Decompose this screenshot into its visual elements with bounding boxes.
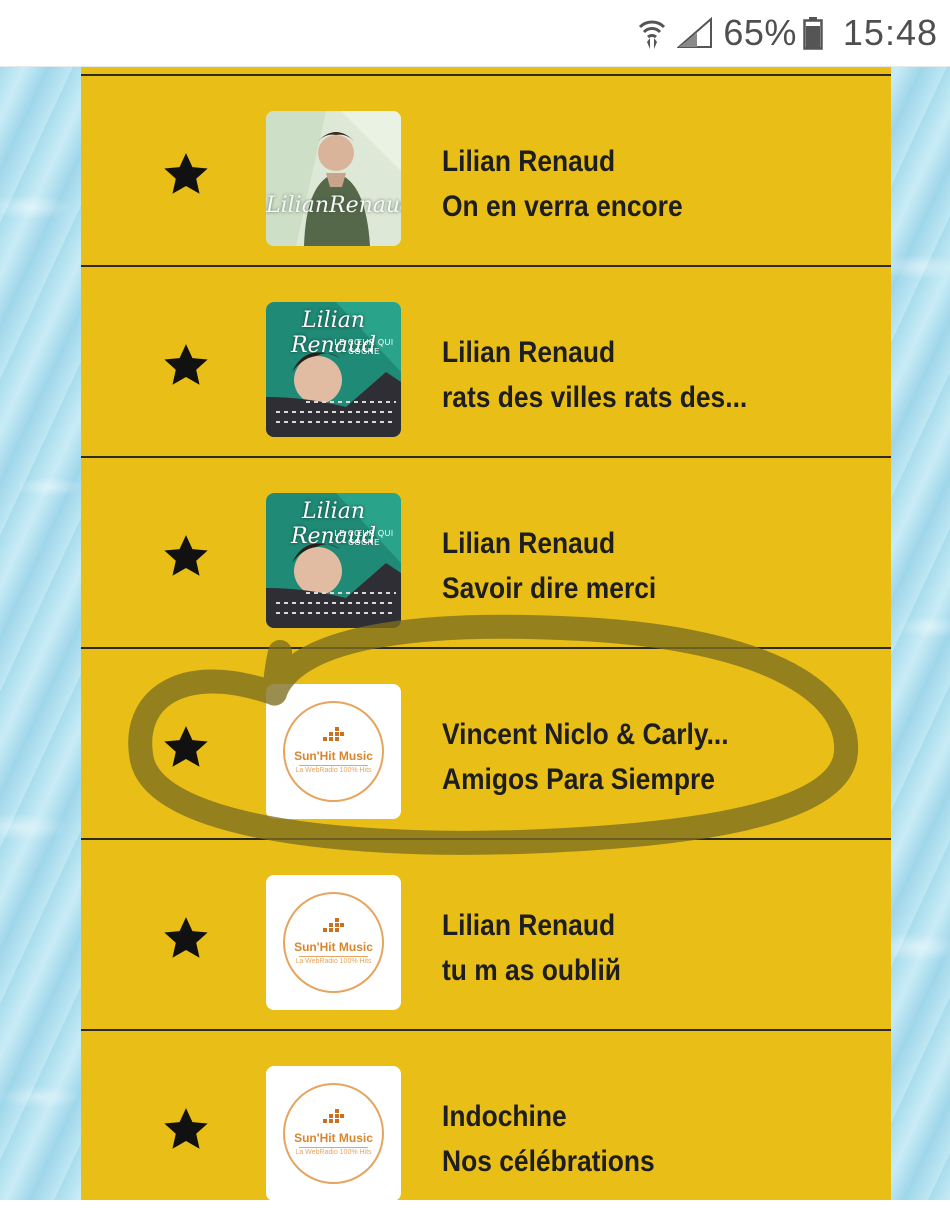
cover-artist-text: LilianRenaud: [266, 193, 401, 218]
track-artist: Lilian Renaud: [442, 145, 616, 178]
logo-tagline: La WebRadio 100% Hits: [295, 1149, 372, 1156]
track-row[interactable]: Sun'Hit Music La WebRadio 100% Hits Vinc…: [81, 649, 891, 840]
logo-divider: [299, 956, 368, 957]
track-row[interactable]: Sun'Hit Music La WebRadio 100% Hits Indo…: [81, 1031, 891, 1222]
status-bar: 65% 15:48: [0, 0, 950, 67]
track-info: Lilian Renaud tu m as oubliй: [442, 903, 812, 993]
track-artist: Vincent Niclo & Carly...: [442, 718, 729, 751]
track-title: On en verra encore: [442, 190, 683, 223]
battery-percent: 65%: [723, 12, 797, 53]
logo-tagline: La WebRadio 100% Hits: [295, 767, 372, 774]
track-title: tu m as oubliй: [442, 954, 622, 987]
track-info: Lilian Renaud Savoir dire merci: [442, 521, 812, 611]
logo-name: Sun'Hit Music: [294, 1131, 373, 1145]
sunhit-logo: Sun'Hit Music La WebRadio 100% Hits: [283, 1083, 384, 1184]
cover-album-text: LE CŒUR QUI COGNE: [334, 338, 394, 356]
track-row[interactable]: LilianRenaud Lilian Renaud On en verra e…: [81, 76, 891, 267]
album-cover: Sun'Hit Music La WebRadio 100% Hits: [266, 1066, 401, 1201]
star-icon[interactable]: [161, 532, 211, 582]
album-cover: LilianRenaud: [266, 111, 401, 246]
status-icons: 65% 15:48: [637, 0, 938, 66]
track-info: Lilian Renaud rats des villes rats des..…: [442, 330, 812, 420]
track-title: rats des villes rats des...: [442, 381, 748, 414]
sunhit-logo: Sun'Hit Music La WebRadio 100% Hits: [283, 892, 384, 993]
battery-icon: [803, 16, 823, 50]
track-title: Savoir dire merci: [442, 572, 657, 605]
logo-divider: [299, 765, 368, 766]
star-icon[interactable]: [161, 150, 211, 200]
logo-name: Sun'Hit Music: [294, 749, 373, 763]
track-info: Lilian Renaud On en verra encore: [442, 139, 812, 229]
logo-name: Sun'Hit Music: [294, 940, 373, 954]
cover-album-text: LE CŒUR QUI COGNE: [334, 529, 394, 547]
star-icon[interactable]: [161, 341, 211, 391]
track-title: Nos célébrations: [442, 1145, 655, 1178]
logo-dots-icon: [285, 1109, 382, 1132]
logo-tagline: La WebRadio 100% Hits: [295, 958, 372, 965]
track-row[interactable]: Lilian Renaud LE CŒUR QUI COGNE Lilian R…: [81, 267, 891, 458]
track-artist: Lilian Renaud: [442, 909, 616, 942]
album-cover: Lilian Renaud LE CŒUR QUI COGNE: [266, 302, 401, 437]
track-info: Vincent Niclo & Carly... Amigos Para Sie…: [442, 712, 812, 802]
track-artist: Lilian Renaud: [442, 336, 616, 369]
album-cover: Sun'Hit Music La WebRadio 100% Hits: [266, 684, 401, 819]
album-cover: Lilian Renaud LE CŒUR QUI COGNE: [266, 493, 401, 628]
track-artist: Lilian Renaud: [442, 527, 616, 560]
recently-played-list[interactable]: LilianRenaud Lilian Renaud On en verra e…: [81, 67, 891, 1201]
track-artist: Indochine: [442, 1100, 567, 1133]
star-icon[interactable]: [161, 723, 211, 773]
star-icon[interactable]: [161, 914, 211, 964]
track-row[interactable]: Lilian Renaud LE CŒUR QUI COGNE Lilian R…: [81, 458, 891, 649]
album-cover: Sun'Hit Music La WebRadio 100% Hits: [266, 875, 401, 1010]
track-row[interactable]: Sun'Hit Music La WebRadio 100% Hits Lili…: [81, 840, 891, 1031]
clock: 15:48: [842, 12, 938, 53]
track-info: Indochine Nos célébrations: [442, 1094, 812, 1184]
sunhit-logo: Sun'Hit Music La WebRadio 100% Hits: [283, 701, 384, 802]
signal-icon: [677, 17, 713, 49]
logo-dots-icon: [285, 918, 382, 941]
logo-divider: [299, 1147, 368, 1148]
star-icon[interactable]: [161, 1105, 211, 1155]
wifi-data-icon: [637, 16, 667, 50]
logo-dots-icon: [285, 727, 382, 750]
track-title: Amigos Para Siempre: [442, 763, 715, 796]
